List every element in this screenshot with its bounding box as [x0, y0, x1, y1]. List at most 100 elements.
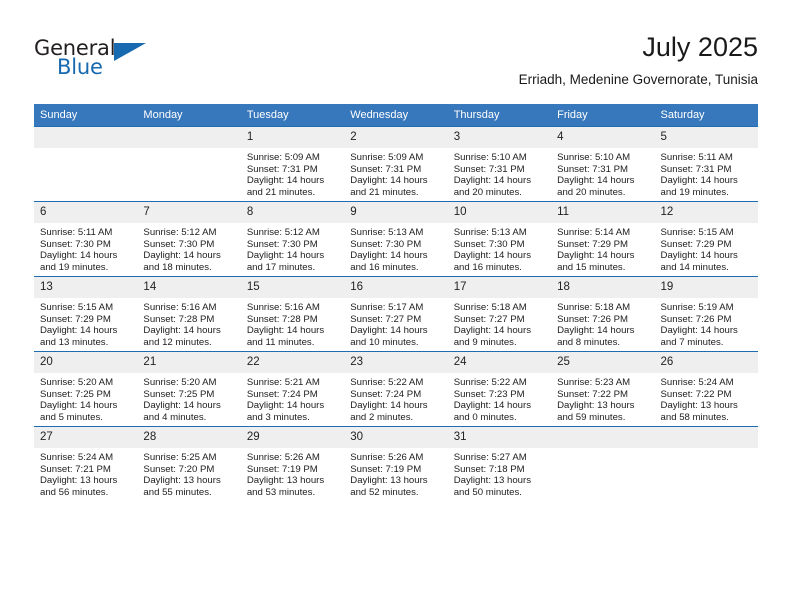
sunrise-text: Sunrise: 5:16 AM [246, 302, 320, 313]
sunrise-text: Sunrise: 5:20 AM [40, 377, 114, 388]
calendar-day-cell[interactable]: 24 Sunrise: 5:22 AM Sunset: 7:23 PM Dayligh… [447, 351, 552, 427]
calendar-day-cell[interactable]: 25 Sunrise: 5:23 AM Sunset: 7:22 PM Dayligh… [551, 351, 655, 427]
calendar-day-cell[interactable]: 20 Sunrise: 5:20 AM Sunset: 7:25 PM Dayligh… [34, 351, 138, 427]
day-details: Sunrise: 5:15 AM Sunset: 7:29 PM Daylight:… [34, 298, 137, 348]
calendar-page: General Blue July 2025 Erriadh, Medenine… [0, 0, 792, 612]
sunset-text: Sunset: 7:25 PM [143, 388, 215, 400]
daylight-text: Daylight: 14 hours and 12 minutes. [143, 325, 221, 348]
day-details: Sunrise: 5:13 AM Sunset: 7:30 PM Daylight:… [344, 223, 447, 273]
calendar-day-cell[interactable]: 23 Sunrise: 5:22 AM Sunset: 7:24 PM Dayligh… [344, 351, 448, 427]
day-details: Sunrise: 5:22 AM Sunset: 7:24 PM Daylight:… [344, 373, 447, 423]
calendar-day-cell[interactable]: 13 Sunrise: 5:15 AM Sunset: 7:29 PM Dayligh… [34, 276, 138, 352]
day-details: Sunrise: 5:12 AM Sunset: 7:30 PM Daylight:… [137, 223, 240, 273]
calendar-day-cell[interactable]: 14 Sunrise: 5:16 AM Sunset: 7:28 PM Dayligh… [137, 276, 241, 352]
day-details: Sunrise: 5:15 AM Sunset: 7:29 PM Daylight:… [655, 223, 758, 273]
day-details: Sunrise: 5:16 AM Sunset: 7:28 PM Daylight:… [137, 298, 240, 348]
sunrise-text: Sunrise: 5:15 AM [660, 227, 734, 238]
sunrise-text: Sunrise: 5:11 AM [660, 152, 733, 163]
daylight-text: Daylight: 14 hours and 15 minutes. [557, 250, 635, 273]
day-number: 25 [551, 352, 655, 373]
sunset-text: Sunset: 7:25 PM [40, 388, 111, 400]
calendar-day-cell[interactable]: 27 Sunrise: 5:24 AM Sunset: 7:21 PM Dayligh… [34, 426, 138, 501]
sunset-text: Sunset: 7:29 PM [40, 313, 111, 325]
calendar-day-cell[interactable]: 2 Sunrise: 5:09 AM Sunset: 7:31 PM Daylight… [344, 126, 448, 202]
day-details: Sunrise: 5:14 AM Sunset: 7:29 PM Daylight:… [551, 223, 654, 273]
daylight-text: Daylight: 14 hours and 2 minutes. [350, 400, 428, 423]
day-number: 17 [447, 277, 552, 298]
calendar-day-cell[interactable]: 12 Sunrise: 5:15 AM Sunset: 7:29 PM Dayligh… [654, 201, 758, 277]
daylight-text: Daylight: 14 hours and 8 minutes. [557, 325, 635, 348]
calendar-day-cell[interactable]: 21 Sunrise: 5:20 AM Sunset: 7:25 PM Dayligh… [137, 351, 241, 427]
day-details: Sunrise: 5:27 AM Sunset: 7:18 PM Daylight:… [448, 448, 551, 498]
calendar-day-cell[interactable]: 16 Sunrise: 5:17 AM Sunset: 7:27 PM Dayligh… [344, 276, 448, 352]
daylight-text: Daylight: 14 hours and 11 minutes. [246, 325, 325, 348]
calendar-day-cell[interactable]: 3 Sunrise: 5:10 AM Sunset: 7:31 PM Daylight… [447, 126, 552, 202]
calendar-day-cell[interactable]: 7 Sunrise: 5:12 AM Sunset: 7:30 PM Daylight… [137, 201, 241, 277]
calendar-day-cell[interactable]: 17 Sunrise: 5:18 AM Sunset: 7:27 PM Dayligh… [447, 276, 552, 352]
sunset-text: Sunset: 7:26 PM [660, 313, 732, 325]
calendar-day-cell[interactable]: 31 Sunrise: 5:27 AM Sunset: 7:18 PM Dayligh… [447, 426, 552, 501]
daylight-text: Daylight: 14 hours and 20 minutes. [453, 175, 532, 198]
calendar-day-cell[interactable]: 30 Sunrise: 5:26 AM Sunset: 7:19 PM Dayligh… [344, 426, 448, 501]
day-details: Sunrise: 5:18 AM Sunset: 7:26 PM Daylight:… [551, 298, 654, 348]
day-number: 24 [447, 352, 552, 373]
calendar-empty-cell [137, 126, 241, 202]
sunset-text: Sunset: 7:31 PM [246, 163, 318, 175]
calendar-day-cell[interactable]: 15 Sunrise: 5:16 AM Sunset: 7:28 PM Dayligh… [240, 276, 345, 352]
calendar-day-cell[interactable]: 11 Sunrise: 5:14 AM Sunset: 7:29 PM Dayligh… [551, 201, 655, 277]
weekday-header-thursday: Thursday [447, 104, 552, 127]
sunrise-text: Sunrise: 5:22 AM [453, 377, 527, 388]
sunrise-text: Sunrise: 5:18 AM [453, 302, 527, 313]
day-number: 31 [447, 427, 552, 448]
daylight-text: Daylight: 14 hours and 14 minutes. [660, 250, 738, 273]
calendar-day-cell[interactable]: 10 Sunrise: 5:13 AM Sunset: 7:30 PM Dayligh… [447, 201, 552, 277]
sunrise-text: Sunrise: 5:12 AM [143, 227, 217, 238]
sunrise-text: Sunrise: 5:22 AM [350, 377, 424, 388]
calendar-week-row: 27 Sunrise: 5:24 AM Sunset: 7:21 PM Dayligh… [34, 426, 758, 501]
general-blue-logo[interactable]: General Blue [34, 36, 214, 86]
sunset-text: Sunset: 7:21 PM [40, 463, 111, 475]
calendar-day-cell[interactable]: 5 Sunrise: 5:11 AM Sunset: 7:31 PM Daylight… [654, 126, 758, 202]
sunrise-text: Sunrise: 5:27 AM [453, 452, 527, 463]
sunset-text: Sunset: 7:20 PM [143, 463, 215, 475]
day-number: 27 [34, 427, 138, 448]
calendar-day-cell[interactable]: 26 Sunrise: 5:24 AM Sunset: 7:22 PM Dayligh… [654, 351, 758, 427]
day-details: Sunrise: 5:09 AM Sunset: 7:31 PM Daylight:… [241, 148, 344, 198]
day-details: Sunrise: 5:11 AM Sunset: 7:31 PM Daylight:… [655, 148, 758, 198]
day-details: Sunrise: 5:20 AM Sunset: 7:25 PM Daylight:… [34, 373, 137, 423]
calendar-day-cell[interactable]: 8 Sunrise: 5:12 AM Sunset: 7:30 PM Daylight… [240, 201, 345, 277]
daylight-text: Daylight: 14 hours and 3 minutes. [246, 400, 325, 423]
daylight-text: Daylight: 14 hours and 7 minutes. [660, 325, 738, 348]
calendar-day-cell[interactable]: 4 Sunrise: 5:10 AM Sunset: 7:31 PM Daylight… [551, 126, 655, 202]
sunset-text: Sunset: 7:31 PM [660, 163, 732, 175]
calendar-day-cell[interactable]: 28 Sunrise: 5:25 AM Sunset: 7:20 PM Dayligh… [137, 426, 241, 501]
weekday-header-monday: Monday [137, 104, 241, 127]
weekday-header-wednesday: Wednesday [344, 104, 448, 127]
sunset-text: Sunset: 7:19 PM [350, 463, 422, 475]
sunrise-text: Sunrise: 5:24 AM [660, 377, 734, 388]
sunrise-text: Sunrise: 5:13 AM [350, 227, 424, 238]
day-number: 28 [137, 427, 241, 448]
calendar-empty-cell [551, 426, 655, 501]
calendar-day-cell[interactable]: 19 Sunrise: 5:19 AM Sunset: 7:26 PM Dayligh… [654, 276, 758, 352]
calendar-day-cell[interactable]: 1 Sunrise: 5:09 AM Sunset: 7:31 PM Daylight… [240, 126, 345, 202]
calendar-body: 1 Sunrise: 5:09 AM Sunset: 7:31 PM Daylight… [34, 126, 758, 501]
calendar-day-cell[interactable]: 29 Sunrise: 5:26 AM Sunset: 7:19 PM Dayligh… [240, 426, 345, 501]
day-details: Sunrise: 5:19 AM Sunset: 7:26 PM Daylight:… [655, 298, 758, 348]
sunset-text: Sunset: 7:30 PM [40, 238, 111, 250]
calendar-day-cell[interactable]: 22 Sunrise: 5:21 AM Sunset: 7:24 PM Dayligh… [240, 351, 345, 427]
day-details: Sunrise: 5:09 AM Sunset: 7:31 PM Daylight:… [344, 148, 447, 198]
calendar-day-cell[interactable]: 18 Sunrise: 5:18 AM Sunset: 7:26 PM Dayligh… [551, 276, 655, 352]
day-details: Sunrise: 5:26 AM Sunset: 7:19 PM Daylight:… [241, 448, 344, 498]
sunset-text: Sunset: 7:30 PM [453, 238, 525, 250]
day-number [551, 427, 655, 448]
day-number: 2 [344, 127, 448, 148]
day-number: 23 [344, 352, 448, 373]
sunset-text: Sunset: 7:24 PM [350, 388, 422, 400]
daylight-text: Daylight: 14 hours and 0 minutes. [453, 400, 532, 423]
calendar-day-cell[interactable]: 6 Sunrise: 5:11 AM Sunset: 7:30 PM Daylight… [34, 201, 138, 277]
calendar-header-row: Sunday Monday Tuesday Wednesday Thursday… [34, 104, 758, 127]
sunrise-text: Sunrise: 5:26 AM [350, 452, 424, 463]
day-details: Sunrise: 5:13 AM Sunset: 7:30 PM Daylight:… [448, 223, 551, 273]
calendar-day-cell[interactable]: 9 Sunrise: 5:13 AM Sunset: 7:30 PM Daylight… [344, 201, 448, 277]
